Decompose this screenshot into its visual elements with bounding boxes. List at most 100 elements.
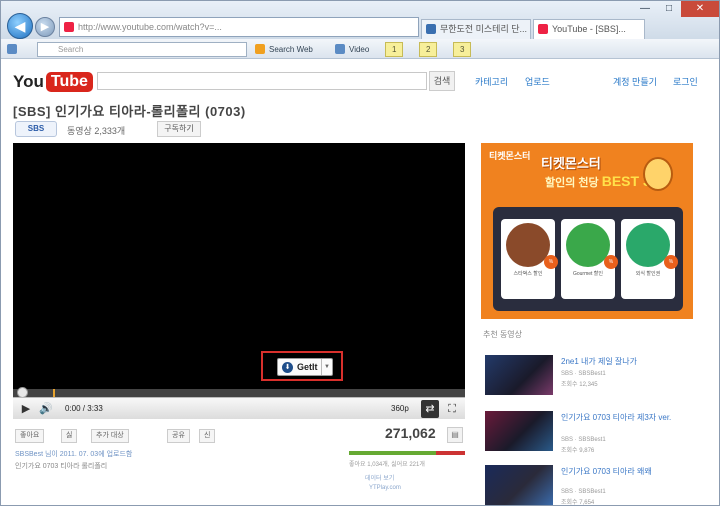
popout-icon[interactable]: ⇄: [421, 400, 439, 418]
ytplay-link[interactable]: YTPlay.com: [369, 485, 401, 491]
ad-card-caption: 스타벅스 할인: [513, 271, 543, 277]
like-button[interactable]: 좋아요: [15, 429, 45, 443]
data-link[interactable]: 데이터 보기: [365, 473, 394, 482]
getit-button[interactable]: ⬇ GetIt ▼: [277, 358, 333, 376]
chevron-down-icon[interactable]: ▼: [321, 359, 332, 375]
ad-card[interactable]: % 외식 할인권: [621, 219, 678, 299]
volume-icon[interactable]: 🔊: [37, 400, 55, 418]
channel-logo[interactable]: SBS: [15, 121, 57, 137]
like-ratio-bar: [349, 451, 465, 455]
close-icon[interactable]: ✕: [681, 1, 719, 17]
minimize-icon[interactable]: —: [633, 1, 657, 17]
stats-icon[interactable]: ▤: [447, 427, 463, 443]
video-progress-bar[interactable]: [13, 387, 465, 398]
related-video-item[interactable]: 인기가요 0703 티아라 제3자 ver. SBS · SBSBest1 조회…: [483, 411, 703, 455]
ad-title: 티켓몬스터: [541, 156, 601, 171]
tab-label: YouTube - [SBS]...: [552, 24, 626, 34]
tab-2[interactable]: YouTube - [SBS]...: [533, 19, 645, 39]
ad-brand: 티켓몬스터: [489, 151, 531, 161]
maximize-icon[interactable]: □: [657, 1, 681, 17]
link-create-account[interactable]: 계정 만들기: [613, 75, 657, 88]
video-item[interactable]: Video: [335, 43, 369, 56]
highlight-button-3[interactable]: 3: [453, 42, 472, 57]
progress-marker: [53, 389, 55, 397]
view-count: 271,062: [385, 425, 436, 441]
related-video-channel: SBS · SBSBest1: [561, 437, 606, 443]
discount-badge: %: [604, 255, 618, 269]
browser-title-bar: ◀ ▶ http://www.youtube.com/watch?v=... 무…: [1, 1, 719, 39]
toolbar-search-input[interactable]: Search: [37, 42, 247, 57]
highlight-button-2[interactable]: 2: [419, 42, 438, 57]
tab-favicon-icon: [426, 24, 436, 34]
quality-selector[interactable]: 360p: [391, 404, 409, 413]
youtube-search-input[interactable]: [97, 72, 427, 90]
favorites-icon[interactable]: [7, 43, 21, 56]
related-video-title[interactable]: 인기가요 0703 티아라 제3자 ver.: [561, 413, 681, 423]
browser-window: ◀ ▶ http://www.youtube.com/watch?v=... 무…: [0, 0, 720, 506]
address-text: http://www.youtube.com/watch?v=...: [78, 22, 222, 32]
download-icon: ⬇: [282, 361, 293, 373]
youtube-search-button[interactable]: 검색: [429, 71, 455, 91]
related-video-title[interactable]: 2ne1 내가 제일 잘나가: [561, 357, 681, 367]
add-to-button[interactable]: 추가 대상: [91, 429, 129, 443]
video-thumbnail[interactable]: [485, 355, 553, 395]
subscribe-button[interactable]: 구독하기: [157, 121, 201, 137]
highlight-button-1[interactable]: 1: [385, 42, 404, 57]
cmd-item-label: Video: [349, 45, 370, 54]
ad-subtitle: 할인의 천당 BEST 3: [545, 173, 651, 190]
tab-favicon-icon: [538, 24, 548, 34]
related-video-item[interactable]: 인기가요 0703 티아라 왜왜 SBS · SBSBest1 조회수 7,65…: [483, 465, 703, 506]
address-bar[interactable]: http://www.youtube.com/watch?v=...: [59, 17, 419, 37]
video-icon: [335, 44, 345, 54]
tab-label: 무한도전 미스테리 단...: [440, 24, 528, 34]
ad-card[interactable]: % Gourmet 할인: [561, 219, 618, 299]
ad-banner[interactable]: 티켓몬스터 티켓몬스터 할인의 천당 BEST 3 % 스타벅스 할인 % Go…: [481, 143, 693, 319]
related-video-channel: SBS · SBSBest1: [561, 489, 606, 495]
youtube-logo[interactable]: You Tube: [13, 69, 93, 95]
cmd-item-label: Search Web: [269, 45, 313, 54]
logo-tube-text: Tube: [45, 72, 93, 92]
time-display: 0:00 / 3:33: [65, 404, 103, 413]
flag-button[interactable]: 신: [199, 429, 216, 443]
channel-video-count: 동영상 2,333개: [67, 126, 126, 136]
discount-badge: %: [544, 255, 558, 269]
ad-card[interactable]: % 스타벅스 할인: [501, 219, 558, 299]
ad-card-caption: 외식 할인권: [635, 271, 661, 277]
link-category[interactable]: 카테고리: [475, 75, 508, 88]
youtube-page: You Tube 검색 카테고리 업로드 계정 만들기 로그인 [SBS] 인기…: [1, 59, 719, 506]
tab-1[interactable]: 무한도전 미스테리 단...: [421, 19, 531, 39]
share-button[interactable]: 공유: [167, 429, 190, 443]
search-web-item[interactable]: Search Web: [255, 43, 313, 56]
ad-card-caption: Gourmet 할인: [572, 271, 604, 277]
related-video-views: 조회수 12,345: [561, 382, 598, 388]
related-video-channel: SBS · SBSBest1: [561, 371, 606, 377]
dislike-button[interactable]: 싫: [61, 429, 78, 443]
play-icon[interactable]: ▶: [17, 400, 35, 418]
related-video-title[interactable]: 인기가요 0703 티아라 왜왜: [561, 467, 681, 477]
like-count-text: 좋아요 1,034개, 싫어요 221개: [349, 462, 425, 468]
related-video-views: 조회수 9,876: [561, 448, 595, 454]
video-player[interactable]: ⬇ GetIt ▼: [13, 143, 465, 419]
related-video-item[interactable]: 2ne1 내가 제일 잘나가 SBS · SBSBest1 조회수 12,345: [483, 355, 703, 399]
like-ratio-fill: [349, 451, 436, 455]
getit-label: GetIt: [297, 362, 318, 372]
video-thumbnail[interactable]: [485, 465, 553, 505]
video-title: [SBS] 인기가요 티아라-롤리폴리 (0703): [13, 104, 246, 119]
player-controls: ▶ 🔊 0:00 / 3:33 360p ⇄ ⛶: [13, 397, 465, 419]
related-heading: 추천 동영상: [483, 330, 523, 339]
link-upload[interactable]: 업로드: [525, 75, 550, 88]
link-login[interactable]: 로그인: [673, 75, 698, 88]
search-icon: [255, 44, 265, 54]
video-thumbnail[interactable]: [485, 411, 553, 451]
site-favicon-icon: [64, 22, 74, 32]
description-line: 인기가요 0703 티아라 롤리폴리: [15, 463, 108, 470]
logo-you-text: You: [13, 72, 44, 91]
ad-card-panel: % 스타벅스 할인 % Gourmet 할인 % 외식 할인권: [493, 207, 683, 311]
fullscreen-icon[interactable]: ⛶: [443, 400, 461, 418]
command-bar: Search Search Web Video 1 2 3: [1, 39, 719, 59]
discount-badge: %: [664, 255, 678, 269]
getit-highlight-box: ⬇ GetIt ▼: [261, 351, 343, 381]
forward-button[interactable]: ▶: [35, 17, 55, 37]
star-icon: [7, 44, 17, 54]
back-button[interactable]: ◀: [7, 13, 33, 39]
